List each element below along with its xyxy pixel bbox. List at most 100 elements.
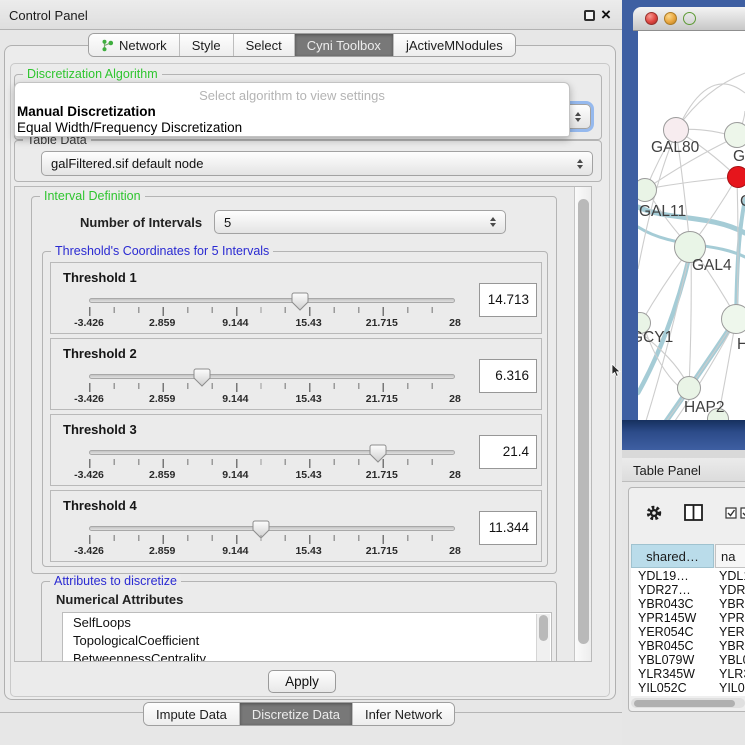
threshold-row: Threshold 4 -3.426 2.859 9.144 15.43 21.…	[50, 490, 542, 562]
tab-discretize-data[interactable]: Discretize Data	[240, 703, 353, 725]
slider-track[interactable]	[89, 526, 455, 531]
table-cell[interactable]: YBR0	[719, 597, 745, 611]
list-scrollbar[interactable]	[536, 614, 550, 662]
table-data-combo[interactable]: galFiltered.sif default node	[41, 151, 593, 176]
list-item[interactable]: SelfLoops	[63, 613, 551, 631]
table-row[interactable]: YPR145W	[638, 611, 696, 625]
slider-track[interactable]	[89, 450, 455, 455]
threshold-slider[interactable]: -3.426 2.859 9.144 15.43 21.715 28	[89, 370, 455, 410]
list-item[interactable]: BetweennessCentrality	[63, 649, 551, 662]
num-intervals-label: Number of Intervals	[80, 215, 202, 230]
tab-jactivemnodules[interactable]: jActiveMNodules	[394, 34, 515, 56]
control-panel-titlebar: Control Panel ×	[0, 0, 622, 30]
table-horizontal-scrollbar[interactable]	[631, 698, 745, 708]
network-canvas[interactable]: GAL80 GA C GAL11 GAL4 GCY1 HA HAP2	[638, 31, 745, 420]
table-row[interactable]: YIL052C	[638, 681, 687, 695]
close-traffic-icon[interactable]	[645, 12, 658, 25]
threshold-row: Threshold 2 -3.426 2.859 9.144 15.43 21.…	[50, 338, 542, 410]
table-cell[interactable]: YDL1	[719, 569, 745, 583]
node-label: HAP2	[684, 399, 725, 417]
gear-icon[interactable]	[645, 504, 663, 522]
node-table: shared… na YDL19… YDL1 YDR27… YDR2 YBR04…	[628, 487, 745, 712]
network-edges	[638, 31, 745, 420]
zoom-traffic-icon[interactable]	[683, 12, 696, 25]
threshold-row: Threshold 3 -3.426 2.859 9.144 15.43 21.…	[50, 414, 542, 486]
table-cell[interactable]: YDR2	[719, 583, 745, 597]
tab-cyni-toolbox[interactable]: Cyni Toolbox	[295, 34, 394, 56]
table-row[interactable]: YBL079W	[638, 653, 694, 667]
minimize-traffic-icon[interactable]	[664, 12, 677, 25]
settings-scrollbar-thumb[interactable]	[578, 199, 589, 644]
table-cell[interactable]: YLR3	[719, 667, 745, 681]
slider-track[interactable]	[89, 374, 455, 379]
column-header-name[interactable]: na	[715, 544, 745, 568]
table-row[interactable]: YBR043C	[638, 597, 694, 611]
column-header-shared[interactable]: shared…	[631, 544, 714, 568]
mouse-cursor	[611, 363, 622, 378]
slider-track[interactable]	[89, 298, 455, 303]
threshold-row: Threshold 1 -3.426 2.859 9.144 15.43 21.…	[50, 262, 542, 334]
table-row[interactable]: YBR045C	[638, 639, 694, 653]
num-intervals-combo[interactable]: 5	[214, 210, 506, 234]
table-row[interactable]: YLR345W	[638, 667, 695, 681]
list-scrollbar-thumb[interactable]	[539, 615, 548, 641]
node-label: GAL4	[692, 257, 732, 275]
tab-select[interactable]: Select	[234, 34, 295, 56]
combo-stepper-icon	[575, 112, 581, 122]
node-label: HA	[737, 336, 745, 354]
tab-network[interactable]: Network	[89, 34, 180, 56]
algorithm-dropdown: Select algorithm to view settings Manual…	[14, 82, 570, 137]
settings-scrollbar[interactable]	[574, 187, 591, 661]
apply-button[interactable]: Apply	[268, 670, 336, 693]
interval-definition-title: Interval Definition	[40, 189, 145, 203]
dropdown-item-manual[interactable]: Manual Discretization	[17, 104, 156, 119]
table-data-group: Table Data galFiltered.sif default node	[14, 140, 602, 182]
threshold-slider[interactable]: -3.426 2.859 9.144 15.43 21.715 28	[89, 294, 455, 334]
list-item[interactable]: TopologicalCoefficient	[63, 631, 551, 649]
numerical-attributes-label: Numerical Attributes	[56, 592, 183, 607]
table-cell[interactable]: YPR1	[719, 611, 745, 625]
panel-title: Control Panel	[9, 8, 88, 23]
threshold-slider[interactable]: -3.426 2.859 9.144 15.43 21.715 28	[89, 446, 455, 486]
threshold-value-field[interactable]: 21.4	[479, 435, 537, 469]
node-red[interactable]	[727, 166, 745, 188]
node-label: C	[740, 193, 745, 211]
tab-infer-network[interactable]: Infer Network	[353, 703, 454, 725]
column-view-icon[interactable]	[684, 504, 703, 521]
table-cell[interactable]: YER0	[719, 625, 745, 639]
attributes-title: Attributes to discretize	[50, 574, 181, 588]
network-icon	[101, 39, 114, 52]
tab-style[interactable]: Style	[180, 34, 234, 56]
dropdown-prompt[interactable]: Select algorithm to view settings	[15, 88, 569, 103]
table-row[interactable]: YER054C	[638, 625, 694, 639]
threshold-value-field[interactable]: 6.316	[479, 359, 537, 393]
node-ga[interactable]	[724, 122, 745, 148]
node-label: GCY1	[638, 329, 673, 347]
table-row[interactable]: YDL19…	[638, 569, 689, 583]
close-icon[interactable]: ×	[601, 4, 611, 26]
cyni-bottom-tabs: Impute Data Discretize Data Infer Networ…	[143, 702, 455, 726]
float-window-icon[interactable]	[584, 10, 595, 21]
table-scrollbar-thumb[interactable]	[634, 700, 735, 707]
table-cell[interactable]: YBL0	[719, 653, 745, 667]
node-hap2[interactable]	[677, 376, 701, 400]
threshold-slider[interactable]: -3.426 2.859 9.144 15.43 21.715 28	[89, 522, 455, 562]
checkbox-icon[interactable]	[740, 507, 745, 519]
dropdown-item-equal-width[interactable]: Equal Width/Frequency Discretization	[17, 120, 242, 135]
threshold-value-field[interactable]: 11.344	[479, 511, 537, 545]
table-panel-title: Table Panel	[633, 463, 701, 478]
table-row[interactable]: YDR27…	[638, 583, 691, 597]
table-cell[interactable]: YBR0	[719, 639, 745, 653]
threshold-coordinates-group: Threshold's Coordinates for 5 Intervals …	[42, 251, 548, 567]
network-window-bottom-frame	[622, 420, 745, 450]
node-h[interactable]	[721, 304, 745, 334]
tab-impute-data[interactable]: Impute Data	[144, 703, 240, 725]
node-label: GA	[733, 148, 745, 166]
combo-stepper-icon	[490, 217, 496, 227]
interval-definition-group: Interval Definition Number of Intervals …	[31, 196, 557, 574]
table-cell[interactable]: YIL0	[719, 681, 745, 695]
threshold-value-field[interactable]: 14.713	[479, 283, 537, 317]
node-label: GAL11	[639, 203, 686, 221]
checkbox-icon[interactable]	[725, 507, 738, 519]
network-window-titlebar[interactable]	[633, 7, 745, 31]
